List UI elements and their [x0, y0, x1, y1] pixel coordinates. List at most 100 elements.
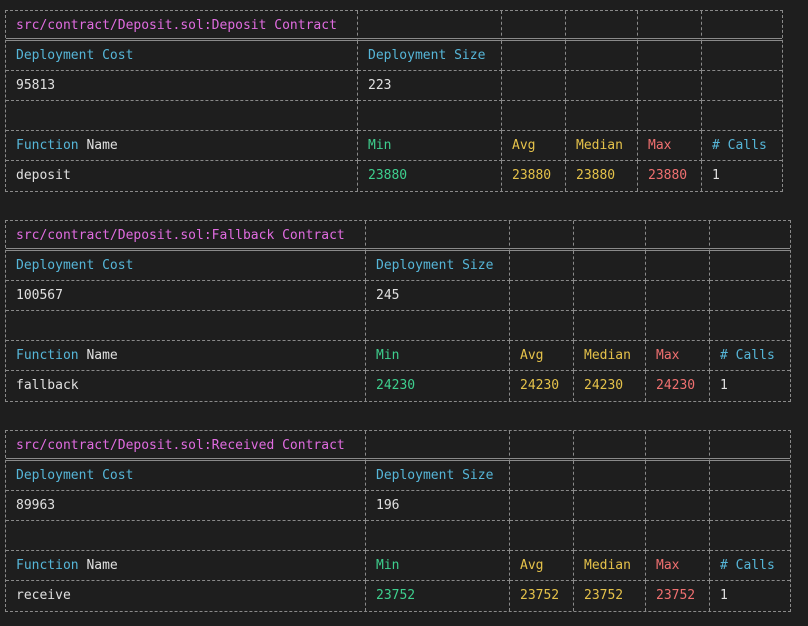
calls-header: # Calls [710, 551, 790, 581]
function-name: deposit [6, 161, 358, 191]
empty-cell [710, 431, 790, 461]
empty-cell [510, 221, 574, 251]
empty-cell [510, 431, 574, 461]
empty-cell [646, 491, 710, 521]
empty-cell [502, 11, 566, 41]
empty-cell [574, 281, 646, 311]
empty-cell [366, 221, 510, 251]
empty-cell [574, 221, 646, 251]
max-value: 24230 [646, 371, 710, 401]
empty-cell [574, 461, 646, 491]
max-header: Max [638, 131, 702, 161]
empty-cell [502, 71, 566, 101]
report-title: src/contract/Deposit.sol:Deposit Contrac… [6, 11, 358, 41]
empty-cell [510, 311, 574, 341]
empty-cell [6, 101, 358, 131]
empty-cell [646, 431, 710, 461]
function-name-header: Function Name [6, 341, 366, 371]
empty-cell [638, 71, 702, 101]
min-header: Min [366, 551, 510, 581]
empty-cell [510, 461, 574, 491]
empty-cell [710, 221, 790, 251]
empty-cell [638, 101, 702, 131]
empty-cell [702, 101, 782, 131]
deployment-size-value: 245 [366, 281, 510, 311]
deployment-cost-label: Deployment Cost [6, 461, 366, 491]
empty-cell [646, 251, 710, 281]
avg-value: 23752 [510, 581, 574, 611]
empty-cell [574, 311, 646, 341]
empty-cell [510, 251, 574, 281]
empty-cell [366, 431, 510, 461]
empty-cell [646, 221, 710, 251]
min-value: 23880 [358, 161, 502, 191]
max-header: Max [646, 551, 710, 581]
empty-cell [574, 521, 646, 551]
min-header: Min [358, 131, 502, 161]
deployment-cost-value: 89963 [6, 491, 366, 521]
avg-header: Avg [510, 341, 574, 371]
empty-cell [646, 461, 710, 491]
empty-cell [358, 11, 502, 41]
max-value: 23752 [646, 581, 710, 611]
calls-value: 1 [720, 378, 728, 393]
calls-value: 1 [720, 588, 728, 603]
median-header: Median [574, 341, 646, 371]
empty-cell [510, 281, 574, 311]
empty-cell [710, 281, 790, 311]
empty-cell [702, 11, 782, 41]
median-value: 24230 [574, 371, 646, 401]
empty-cell [566, 101, 638, 131]
function-name-header: Function Name [6, 131, 358, 161]
function-name: fallback [6, 371, 366, 401]
empty-cell [366, 311, 510, 341]
empty-cell [6, 521, 366, 551]
function-name-header: Function Name [6, 551, 366, 581]
deployment-cost-label: Deployment Cost [6, 251, 366, 281]
empty-cell [574, 431, 646, 461]
avg-header: Avg [502, 131, 566, 161]
deployment-cost-value: 95813 [6, 71, 358, 101]
empty-cell [510, 491, 574, 521]
empty-cell [638, 11, 702, 41]
deployment-size-label: Deployment Size [366, 251, 510, 281]
empty-cell [566, 71, 638, 101]
empty-cell [710, 311, 790, 341]
median-value: 23752 [574, 581, 646, 611]
report-title: src/contract/Deposit.sol:Received Contra… [6, 431, 366, 461]
empty-cell [646, 311, 710, 341]
empty-cell [646, 521, 710, 551]
deployment-size-value: 223 [358, 71, 502, 101]
min-header: Min [366, 341, 510, 371]
empty-cell [6, 311, 366, 341]
empty-cell [366, 521, 510, 551]
deployment-size-value: 196 [366, 491, 510, 521]
empty-cell [502, 41, 566, 71]
empty-cell [702, 41, 782, 71]
empty-cell [710, 251, 790, 281]
median-value: 23880 [566, 161, 638, 191]
deployment-size-label: Deployment Size [366, 461, 510, 491]
deployment-cost-label: Deployment Cost [6, 41, 358, 71]
function-name: receive [6, 581, 366, 611]
avg-value: 24230 [510, 371, 574, 401]
deployment-size-label: Deployment Size [358, 41, 502, 71]
empty-cell [574, 491, 646, 521]
empty-cell [510, 521, 574, 551]
empty-cell [710, 461, 790, 491]
avg-header: Avg [510, 551, 574, 581]
empty-cell [566, 41, 638, 71]
calls-header: # Calls [702, 131, 782, 161]
calls-value: 1 [712, 168, 720, 183]
report-title: src/contract/Deposit.sol:Fallback Contra… [6, 221, 366, 251]
max-header: Max [646, 341, 710, 371]
calls-header: # Calls [710, 341, 790, 371]
empty-cell [502, 101, 566, 131]
terminal-output: src/contract/Deposit.sol:Deposit Contrac… [0, 0, 808, 626]
min-value: 23752 [366, 581, 510, 611]
empty-cell [574, 251, 646, 281]
max-value: 23880 [638, 161, 702, 191]
empty-cell [702, 71, 782, 101]
empty-cell [710, 491, 790, 521]
empty-cell [710, 521, 790, 551]
